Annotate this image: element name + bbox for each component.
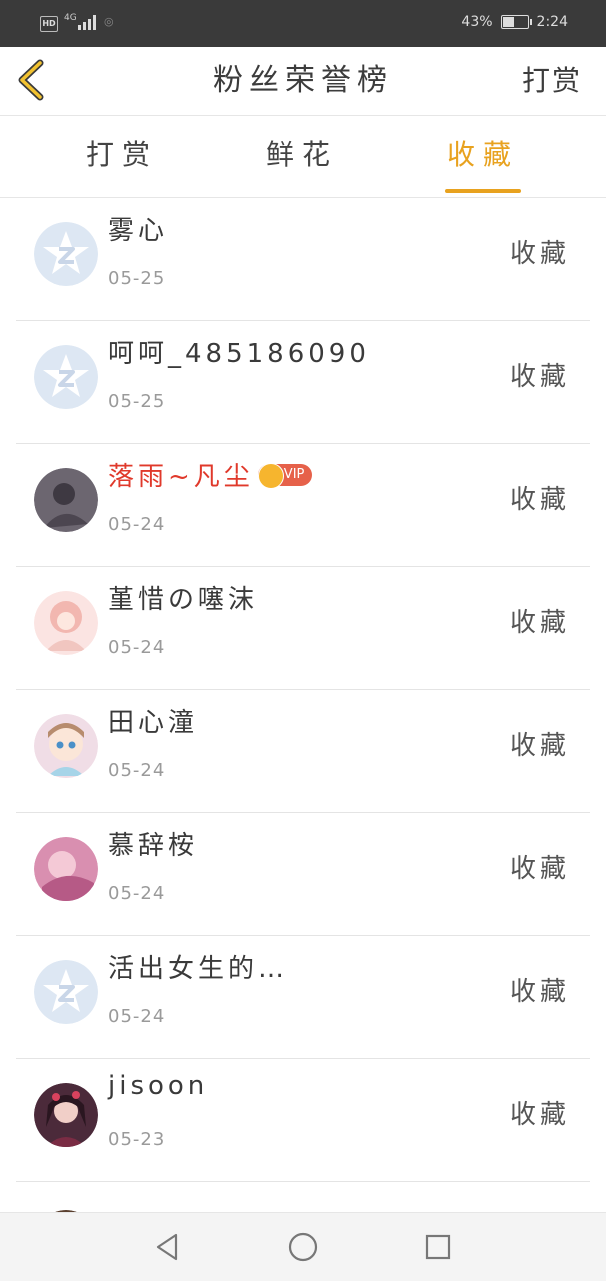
fan-name-text: 落雨~凡尘 [108,462,254,492]
fan-name: 田心潼 [108,708,199,738]
reward-button[interactable]: 打赏 [522,47,582,115]
fan-name: 落雨~凡尘 VIP [108,456,313,493]
support-type: 收藏 [509,362,570,392]
nav-recents-button[interactable] [422,1231,454,1263]
list-item[interactable]: 雾心 05-25 收藏 [16,198,590,321]
list-item[interactable]: 田心潼 05-24 收藏 [16,690,590,813]
default-avatar-icon [34,345,98,409]
list-item[interactable]: 呵呵_485186090 05-25 收藏 [16,321,590,444]
list-item[interactable]: 活出女生的… 05-24 收藏 [16,936,590,1059]
battery-percent: 43% [461,14,493,30]
list-item[interactable]: jisoon 05-23 收藏 [16,1059,590,1182]
support-type: 收藏 [509,608,570,638]
data-saver-icon: ◎ [104,15,114,28]
fan-name: 活出女生的… [108,954,289,984]
tab-flowers[interactable]: 鲜花 [242,115,362,197]
fan-date: 05-24 [108,514,166,535]
list-item[interactable]: 堇惜の噻沫 05-24 收藏 [16,567,590,690]
crown-icon [257,462,284,489]
fan-date: 05-24 [108,760,166,781]
battery-icon [500,15,532,29]
page-title: 粉丝荣誉榜 [213,63,393,98]
vip-badge: VIP [257,462,313,489]
fan-date: 05-24 [108,637,166,658]
hd-icon: HD [40,16,58,32]
user-avatar [34,591,98,655]
support-type: 收藏 [509,1100,570,1130]
nav-back-button[interactable] [152,1231,184,1263]
user-avatar [34,837,98,901]
fan-date: 05-24 [108,883,166,904]
fan-date: 05-23 [108,1129,166,1150]
square-recents-icon [425,1234,451,1260]
vip-label: VIP [283,466,305,482]
fan-name: jisoon [108,1071,209,1101]
support-type: 收藏 [509,854,570,884]
signal-icon [78,14,98,30]
support-type: 收藏 [509,239,570,269]
fan-name: 堇惜の噻沫 [108,585,259,615]
triangle-back-icon [156,1233,178,1261]
fan-date: 05-25 [108,391,166,412]
default-avatar-icon [34,960,98,1024]
fan-name: 呵呵_485186090 [108,339,370,369]
system-nav-bar [0,1212,606,1281]
list-item[interactable]: 落雨~凡尘 VIP 05-24 收藏 [16,444,590,567]
fan-name: 慕辞桉 [108,831,199,861]
user-avatar [34,1083,98,1147]
tab-favorites[interactable]: 收藏 [423,115,543,197]
status-bar: HD 4G ◎ 43% 2:24 [0,0,606,47]
fan-date: 05-25 [108,268,166,289]
support-type: 收藏 [509,977,570,1007]
fan-list: 雾心 05-25 收藏 呵呵_485186090 05-25 收藏 落雨~凡尘 V… [0,198,606,1274]
clock: 2:24 [536,14,568,30]
list-item[interactable]: 慕辞桉 05-24 收藏 [16,813,590,936]
fan-date: 05-24 [108,1006,166,1027]
user-avatar [34,714,98,778]
default-avatar-icon [34,222,98,286]
tab-bar: 打赏 鲜花 收藏 [0,115,606,198]
tab-reward[interactable]: 打赏 [62,115,182,197]
support-type: 收藏 [509,485,570,515]
app-header: 粉丝荣誉榜 打赏 [0,47,606,116]
status-right: 43% 2:24 [461,14,568,30]
fan-name: 雾心 [108,216,169,246]
user-avatar [34,468,98,532]
network-type: 4G [64,13,77,23]
circle-home-icon [288,1232,318,1262]
nav-home-button[interactable] [287,1231,319,1263]
support-type: 收藏 [509,731,570,761]
